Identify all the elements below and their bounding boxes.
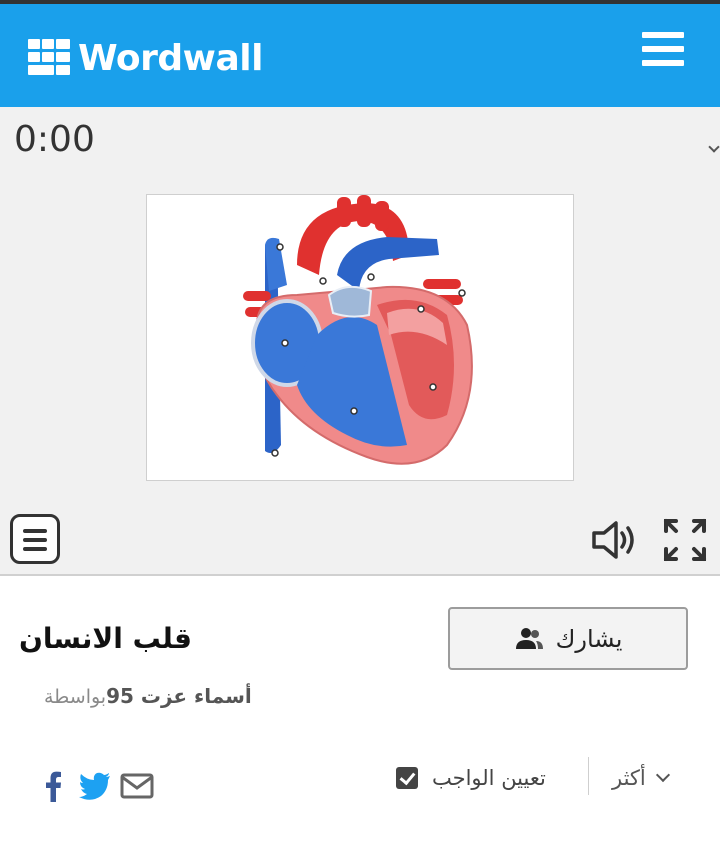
assign-homework-button[interactable]: تعيين الواجب	[396, 760, 546, 796]
wordwall-logo[interactable]: Wordwall	[28, 37, 263, 79]
timer: 0:00	[14, 119, 95, 160]
checkbox-checked-icon	[396, 767, 418, 789]
app-header: Wordwall	[0, 4, 720, 107]
share-button[interactable]: يشارك	[448, 607, 688, 670]
facebook-icon[interactable]	[36, 769, 70, 803]
author-line: أسماء عزت 95بواسطة	[44, 684, 252, 708]
twitter-icon[interactable]	[78, 769, 112, 803]
assign-label: تعيين الواجب	[432, 766, 546, 790]
email-icon[interactable]	[120, 769, 154, 803]
speaker-icon[interactable]	[590, 519, 638, 561]
heart-illustration	[243, 195, 473, 465]
users-icon	[515, 627, 543, 649]
chevron-icon	[708, 141, 720, 153]
page: Wordwall 0:00 قلب الانسان أسماء عزت 95بو…	[0, 0, 720, 853]
social-links	[36, 768, 154, 804]
activity-title: قلب الانسان	[18, 622, 192, 655]
more-label: أكثر	[612, 766, 646, 790]
more-button[interactable]: أكثر	[612, 760, 670, 796]
wordwall-logo-icon	[28, 39, 70, 77]
list-menu-icon[interactable]	[10, 514, 60, 564]
share-label: يشارك	[555, 624, 623, 653]
game-area: 0:00	[0, 107, 720, 576]
chevron-down-icon	[655, 767, 670, 783]
author-name[interactable]: أسماء عزت 95	[106, 684, 252, 708]
brand-name: Wordwall	[78, 37, 263, 79]
by-label: بواسطة	[44, 686, 107, 708]
fullscreen-icon[interactable]	[662, 517, 708, 563]
heart-diagram	[146, 194, 574, 481]
hamburger-icon[interactable]	[640, 32, 688, 76]
divider	[588, 757, 589, 795]
